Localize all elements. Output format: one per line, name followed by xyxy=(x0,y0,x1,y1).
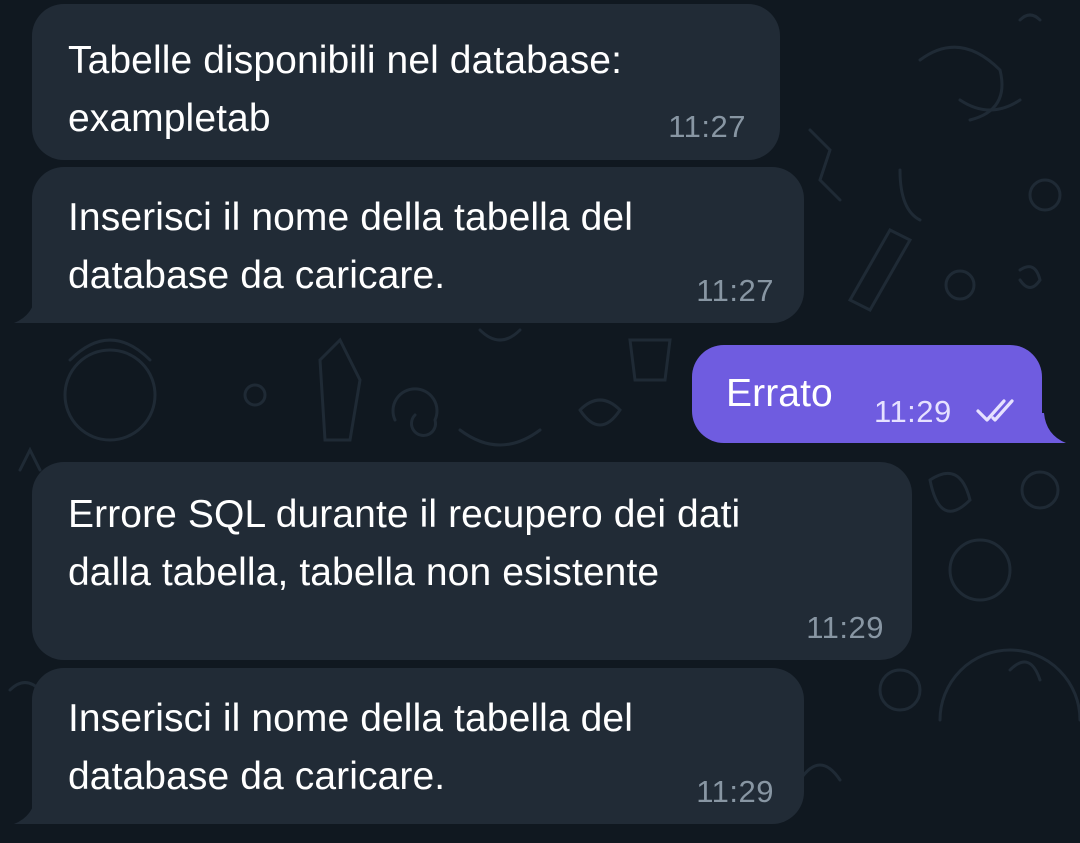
bubble-tail-icon xyxy=(14,794,44,824)
message-text: Errore SQL durante il recupero dei dati … xyxy=(68,493,741,594)
message-time: 11:27 xyxy=(668,109,746,144)
message-time: 11:27 xyxy=(696,273,774,308)
message-text: Inserisci il nome della tabella del data… xyxy=(68,697,633,798)
message-bubble-outgoing[interactable]: Errato 11:29 xyxy=(692,345,1042,443)
message-text: Tabelle disponibili nel database: exampl… xyxy=(68,39,623,140)
message-bubble[interactable]: Inserisci il nome della tabella del data… xyxy=(32,668,804,824)
message-bubble[interactable]: Errore SQL durante il recupero dei dati … xyxy=(32,462,912,660)
message-bubble[interactable]: Tabelle disponibili nel database: exampl… xyxy=(32,4,780,160)
message-text: Errato xyxy=(726,372,833,415)
message-time: 11:29 xyxy=(696,774,774,809)
message-bubble[interactable]: Inserisci il nome della tabella del data… xyxy=(32,167,804,323)
bubble-tail-icon xyxy=(14,293,44,323)
bubble-tail-outgoing-icon xyxy=(1036,413,1066,443)
message-time: 11:29 xyxy=(806,610,884,645)
message-time: 11:29 xyxy=(874,394,952,429)
message-text: Inserisci il nome della tabella del data… xyxy=(68,196,633,297)
double-check-icon xyxy=(976,399,1014,422)
